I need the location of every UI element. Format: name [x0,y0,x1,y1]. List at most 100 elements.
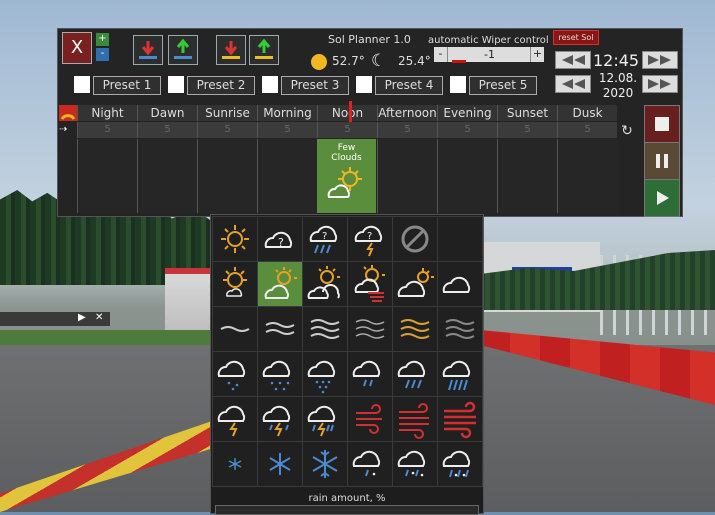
weather-windy-clouds[interactable] [347,261,393,307]
column-afternoon[interactable]: Afternoon [377,105,437,121]
weather-none[interactable] [392,216,438,262]
column-morning[interactable]: Morning [257,105,317,121]
close-icon[interactable]: ✕ [95,312,103,323]
weather-haze[interactable] [347,306,393,352]
weather-drizzle[interactable] [257,351,303,397]
weather-empty[interactable] [437,216,483,262]
weather-rain-snow[interactable] [392,441,438,487]
play-button[interactable] [644,179,680,217]
reset-sol-button[interactable]: reset Sol [553,30,599,45]
weather-wind[interactable] [392,396,438,442]
weather-light-rain[interactable] [347,351,393,397]
preset-3[interactable]: Preset 3 [262,76,350,95]
refresh-icon[interactable]: ↻ [618,122,636,140]
close-button[interactable]: X [62,32,92,64]
stop-button[interactable] [644,105,680,143]
preset-label[interactable]: Preset 1 [93,76,161,95]
slot-sunset[interactable] [497,139,557,213]
column-sunrise[interactable]: Sunrise [197,105,257,121]
date-forward-button[interactable] [642,75,678,93]
column-noon[interactable]: Noon [317,105,377,121]
slot-dawn[interactable] [137,139,197,213]
minus-button[interactable]: - [96,48,109,61]
weather-heavy-fog[interactable] [302,306,348,352]
weather-fog[interactable] [257,306,303,352]
arrow-down-save-button[interactable] [133,35,163,65]
slot-dusk[interactable] [557,139,617,213]
weather-light-thunderstorm[interactable] [212,396,258,442]
weather-mostly-clear[interactable] [212,261,258,307]
slot-evening[interactable] [437,139,497,213]
weather-heavy-sleet[interactable] [437,441,483,487]
duration-input[interactable]: 5 [257,122,317,138]
weather-snow[interactable] [257,441,303,487]
preset-5[interactable]: Preset 5 [450,76,538,95]
sun-arc-icon[interactable] [59,105,77,121]
date-back-button[interactable] [555,75,591,93]
weather-few-clouds-selected[interactable] [257,261,303,307]
wiper-plus-button[interactable]: + [530,47,544,62]
dashed-arrow-icon[interactable]: ⇢ [59,122,77,138]
weather-heavy-rain[interactable] [437,351,483,397]
weather-sleet[interactable] [347,441,393,487]
weather-scattered-clouds[interactable] [302,261,348,307]
weather-dust[interactable] [392,306,438,352]
arrow-up-button-2[interactable] [249,35,279,65]
column-sunset[interactable]: Sunset [497,105,557,121]
slot-noon-few-clouds[interactable]: Few Clouds [317,139,376,213]
preset-label[interactable]: Preset 3 [281,76,349,95]
rain-amount-slider[interactable] [215,505,479,515]
preset-checkbox[interactable] [356,76,372,93]
weather-light-wind[interactable] [347,396,393,442]
weather-heavy-drizzle[interactable] [302,351,348,397]
duration-input[interactable]: 5 [377,122,437,138]
plus-button[interactable]: + [96,33,109,46]
preset-2[interactable]: Preset 2 [168,76,256,95]
duration-input[interactable]: 5 [557,122,617,138]
column-evening[interactable]: Evening [437,105,497,121]
weather-light-snow[interactable] [212,441,258,487]
weather-overcast[interactable] [437,261,483,307]
preset-4[interactable]: Preset 4 [356,76,444,95]
duration-input[interactable]: 5 [77,122,137,138]
weather-broken-clouds[interactable] [392,261,438,307]
slot-sunrise[interactable] [197,139,257,213]
play-icon[interactable]: ▶ [78,312,86,323]
preset-label[interactable]: Preset 2 [187,76,255,95]
column-night[interactable]: Night [77,105,137,121]
preset-checkbox[interactable] [168,76,184,93]
weather-strong-wind[interactable] [437,396,483,442]
slot-afternoon[interactable] [377,139,437,213]
weather-unknown-rain[interactable]: ? [302,216,348,262]
weather-heavy-thunderstorm[interactable] [302,396,348,442]
time-back-button[interactable] [555,51,591,69]
duration-input[interactable]: 5 [197,122,257,138]
duration-input[interactable]: 5 [137,122,197,138]
slot-morning[interactable] [257,139,317,213]
preset-1[interactable]: Preset 1 [74,76,162,95]
wiper-minus-button[interactable]: - [434,47,448,62]
weather-rain[interactable] [392,351,438,397]
time-forward-button[interactable] [642,51,678,69]
column-dawn[interactable]: Dawn [137,105,197,121]
weather-mist[interactable] [212,306,258,352]
preset-label[interactable]: Preset 5 [469,76,537,95]
arrow-up-load-button[interactable] [168,35,198,65]
preset-checkbox[interactable] [262,76,278,93]
duration-input[interactable]: 5 [437,122,497,138]
weather-unknown-storm[interactable]: ? [347,216,393,262]
weather-light-drizzle[interactable] [212,351,258,397]
preset-checkbox[interactable] [450,76,466,93]
duration-input[interactable]: 5 [497,122,557,138]
weather-clear[interactable] [212,216,258,262]
column-dusk[interactable]: Dusk [557,105,617,121]
weather-unknown-cloud[interactable]: ? [257,216,303,262]
preset-checkbox[interactable] [74,76,90,93]
weather-smoke[interactable] [437,306,483,352]
slot-night[interactable] [77,139,137,213]
weather-heavy-snow[interactable] [302,441,348,487]
duration-input[interactable]: 5 [317,122,377,138]
weather-thunderstorm[interactable] [257,396,303,442]
wiper-stepper[interactable]: - -1 + [434,47,544,63]
arrow-down-button-2[interactable] [216,35,246,65]
